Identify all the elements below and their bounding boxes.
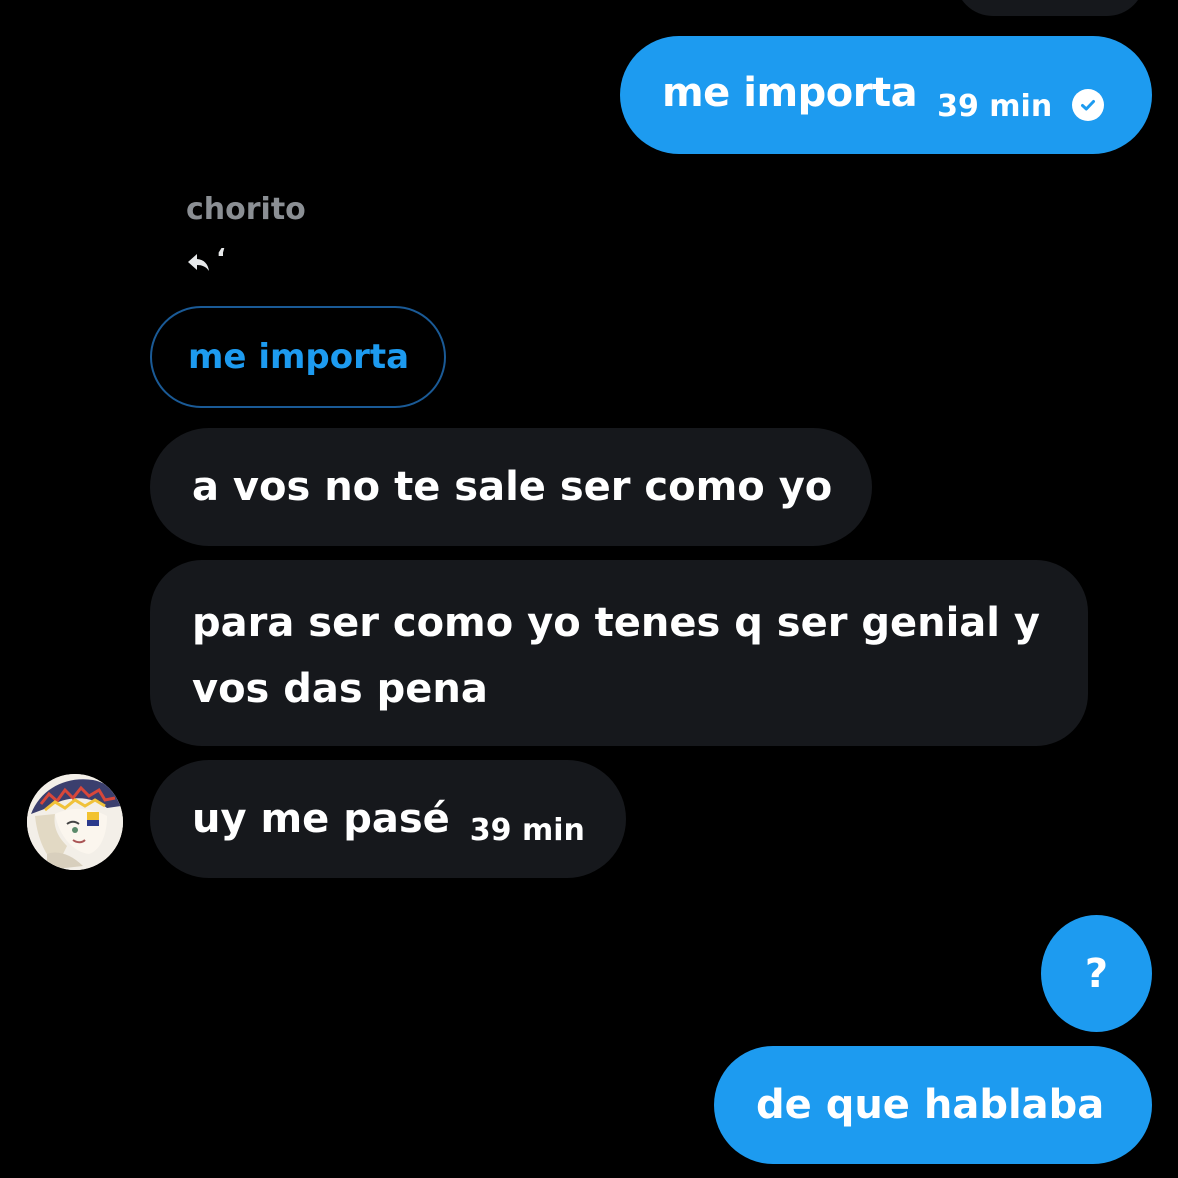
quoted-reply-message[interactable]: me importa xyxy=(150,306,446,408)
avatar[interactable] xyxy=(27,774,123,870)
reply-quote-mark: ‘ xyxy=(216,244,226,274)
reply-arrow-icon xyxy=(186,250,212,280)
reply-indicator: ‘ xyxy=(186,244,226,280)
sender-name: chorito xyxy=(186,192,306,227)
incoming-message-bubble[interactable]: uy me pasé 39 min xyxy=(150,760,626,878)
message-text: de que hablaba xyxy=(756,1082,1105,1128)
message-text: uy me pasé xyxy=(192,796,450,842)
message-text: me importa xyxy=(662,70,918,116)
outgoing-message-bubble[interactable]: ? xyxy=(1041,915,1152,1032)
check-circle-icon xyxy=(1072,89,1105,121)
message-text: ? xyxy=(1084,950,1109,997)
outgoing-message-bubble[interactable]: de que hablaba xyxy=(714,1046,1152,1164)
incoming-message-bubble[interactable]: a vos no te sale ser como yo xyxy=(150,428,872,546)
outgoing-message-bubble[interactable]: me importa 39 min xyxy=(620,36,1152,154)
incoming-message-bubble[interactable]: para ser como yo tenes q ser genial y vo… xyxy=(150,560,1088,746)
partial-message-bubble[interactable] xyxy=(955,0,1145,16)
message-text: a vos no te sale ser como yo xyxy=(192,464,833,510)
message-time: 39 min xyxy=(937,88,1053,124)
message-time: 39 min xyxy=(469,812,585,848)
message-text: para ser como yo tenes q ser genial y vo… xyxy=(192,600,1041,712)
